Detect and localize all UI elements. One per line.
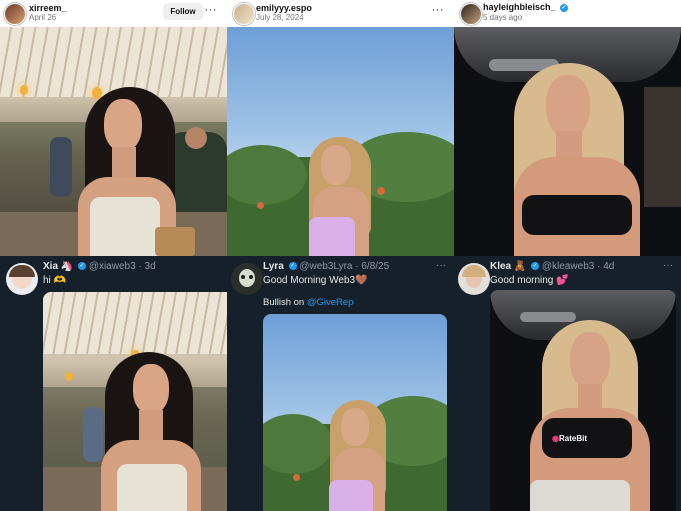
tweet-xia[interactable]: Xia 🦄 ✓ @xiaweb3 · 3d hi 🫶 [0, 256, 227, 511]
shirt-brand-logo: ◉RateBit [552, 434, 587, 443]
handle[interactable]: @kleaweb3 [542, 261, 594, 272]
follow-button[interactable]: Follow [163, 3, 203, 20]
username[interactable]: emilyyy.espo [256, 3, 312, 13]
handle[interactable]: @xiaweb3 [89, 261, 136, 272]
username: hayleighbleisch_ ✓ [483, 2, 569, 12]
username[interactable]: xirreem_ [29, 3, 67, 13]
tweet-time: · 3d [138, 261, 156, 272]
more-options-icon[interactable]: ··· [205, 4, 218, 16]
post-date: 5 days ago [483, 13, 523, 22]
name-emoji: 🦄 [60, 261, 74, 272]
post-photo[interactable] [454, 27, 681, 256]
post-photo[interactable] [227, 27, 454, 256]
display-name[interactable]: Xia [43, 261, 58, 272]
verified-badge-icon: ✓ [560, 3, 569, 12]
avatar[interactable] [233, 3, 255, 25]
handle[interactable]: @web3Lyra [299, 261, 352, 272]
tweet-lyra[interactable]: Lyra ✓ @web3Lyra · 6/8/25 ··· Good Morni… [227, 256, 454, 511]
verified-badge-icon: ✓ [78, 262, 87, 271]
avatar[interactable] [231, 263, 263, 295]
post-column-hayleigh: hayleighbleisch_ ✓ 5 days ago Klea 🧸 ✓ @… [454, 0, 681, 511]
tweet-header: Lyra ✓ @web3Lyra · 6/8/25 [263, 261, 389, 272]
mention-link[interactable]: @GiveRep [307, 297, 354, 308]
avatar[interactable] [460, 3, 482, 25]
post-photo[interactable] [0, 27, 227, 256]
tweet-photo[interactable]: ◉RateBit [490, 290, 676, 511]
verified-badge-icon: ✓ [288, 262, 297, 271]
instagram-post-header: hayleighbleisch_ ✓ 5 days ago [454, 0, 681, 27]
post-date: April 26 [29, 13, 57, 22]
verified-badge-icon: ✓ [531, 262, 540, 271]
tweet-text: hi 🫶 [43, 275, 67, 286]
display-name[interactable]: Klea [490, 261, 511, 272]
post-date: July 28, 2024 [256, 13, 304, 22]
tweet-text: Good morning 💕 [490, 275, 569, 286]
tweet-photo[interactable] [263, 314, 447, 511]
avatar[interactable] [6, 263, 38, 295]
tweet-time: · 4d [597, 261, 615, 272]
instagram-post-header: xirreem_ April 26 Follow ··· [0, 0, 227, 27]
display-name[interactable]: Lyra [263, 261, 284, 272]
tweet-text: Good Morning Web3🤎 [263, 275, 368, 286]
tweet-time: · 6/8/25 [355, 261, 390, 272]
tweet-header: Xia 🦄 ✓ @xiaweb3 · 3d [43, 261, 156, 272]
avatar[interactable] [458, 263, 490, 295]
more-options-icon[interactable]: ··· [663, 260, 673, 271]
instagram-post-header: emilyyy.espo July 28, 2024 ··· [227, 0, 454, 27]
tweet-text-prefix: Bullish on [263, 297, 307, 308]
username-text[interactable]: hayleighbleisch_ [483, 2, 556, 12]
post-column-xirreem: xirreem_ April 26 Follow ··· Xia 🦄 ✓ @xi… [0, 0, 227, 511]
post-column-emilyyy: emilyyy.espo July 28, 2024 ··· Lyra ✓ @w… [227, 0, 454, 511]
tweet-klea[interactable]: Klea 🧸 ✓ @kleaweb3 · 4d ··· Good morning… [454, 256, 681, 511]
more-options-icon[interactable]: ··· [436, 260, 446, 271]
avatar[interactable] [4, 3, 26, 25]
tweet-photo[interactable] [43, 292, 227, 511]
tweet-text-line-2: Bullish on @GiveRep [263, 297, 353, 308]
more-options-icon[interactable]: ··· [432, 4, 445, 16]
name-emoji: 🧸 [513, 261, 527, 272]
tweet-header: Klea 🧸 ✓ @kleaweb3 · 4d [490, 261, 614, 272]
